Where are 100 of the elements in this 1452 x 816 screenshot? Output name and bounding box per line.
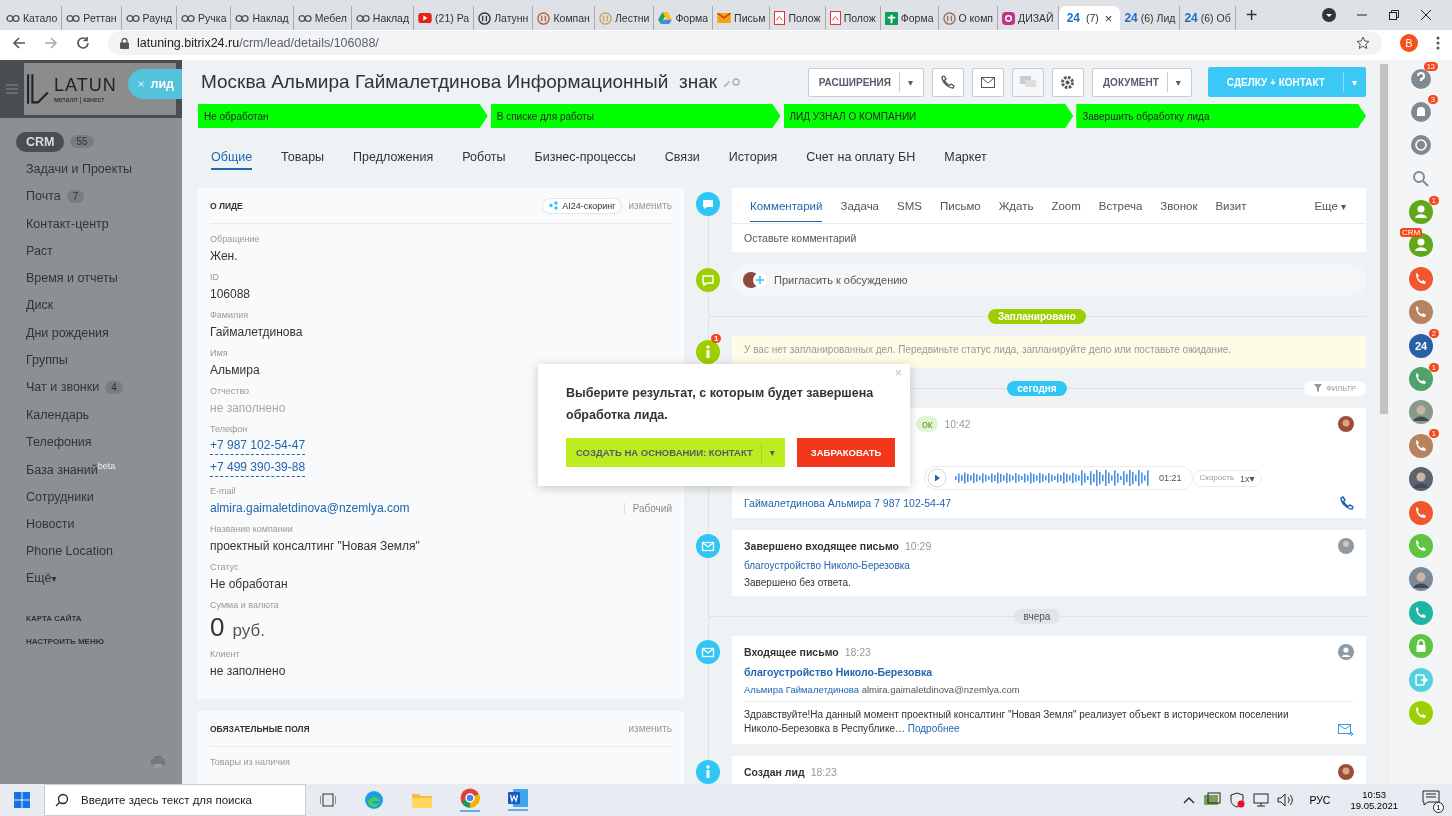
star-icon[interactable]: [1356, 36, 1370, 50]
menu-item[interactable]: Контакт-центр: [16, 209, 182, 238]
edge-icon[interactable]: [364, 790, 384, 810]
browser-tab[interactable]: Наклад: [351, 6, 415, 30]
reload-icon[interactable]: [76, 36, 90, 50]
language-indicator[interactable]: РУС: [1309, 794, 1331, 806]
help-icon[interactable]: [1410, 67, 1432, 90]
menu-item[interactable]: База знаний$^{beta}$: [16, 455, 182, 483]
browser-tab[interactable]: (21) Ра: [414, 6, 475, 30]
reply-mail-icon[interactable]: [1338, 724, 1354, 736]
play-icon[interactable]: [927, 468, 947, 488]
menu-item[interactable]: Время и отчеты: [16, 264, 182, 292]
back-icon[interactable]: [12, 36, 26, 50]
tab[interactable]: Бизнес-процессы: [534, 146, 636, 170]
browser-tab[interactable]: 24 (7) ×: [1058, 6, 1121, 30]
scrollbar[interactable]: [1378, 60, 1390, 784]
task-view-icon[interactable]: [320, 793, 336, 807]
stage-step[interactable]: Не обработан: [198, 104, 488, 128]
taskbar-search-field[interactable]: Введите здесь текст для поиска: [44, 784, 306, 816]
invite-bar[interactable]: Пригласить к обсуждению: [732, 264, 1366, 296]
user-icon[interactable]: [1409, 233, 1433, 258]
tab[interactable]: Счет на оплату БН: [806, 146, 916, 170]
clock[interactable]: 10:53 19.05.2021: [1350, 789, 1398, 811]
tray-app-icon[interactable]: [1203, 792, 1222, 808]
network-icon[interactable]: [1253, 793, 1270, 807]
word-icon[interactable]: [508, 789, 528, 811]
toolbar-button[interactable]: ДОКУМЕНТ ▾: [1092, 67, 1192, 97]
chrome-icon[interactable]: [460, 788, 480, 812]
tab[interactable]: Роботы: [462, 146, 506, 170]
subject-link[interactable]: благоустройство Николо-Березовка: [744, 560, 910, 571]
menu-item[interactable]: Календарь: [16, 400, 182, 429]
forward-icon[interactable]: [44, 36, 58, 50]
phone-icon[interactable]: [1409, 500, 1433, 525]
user-icon[interactable]: [1409, 200, 1433, 225]
stage-step[interactable]: В списке для работы: [490, 104, 781, 128]
contact-link[interactable]: Гаймалетдинова Альмира 7 987 102-54-47: [744, 497, 952, 509]
stage-step[interactable]: ЛИД УЗНАЛ О КОМПАНИИ: [783, 104, 1074, 128]
phone-icon[interactable]: [1409, 433, 1433, 458]
browser-tab[interactable]: Наклад: [231, 6, 294, 30]
close-tab-button[interactable]: ×: [1104, 10, 1113, 26]
menu-item[interactable]: Группы: [16, 346, 182, 374]
subject-link[interactable]: благоустройство Николо-Березовка: [744, 666, 933, 678]
windows-start-icon[interactable]: [14, 792, 30, 808]
tab[interactable]: Товары: [281, 146, 325, 170]
browser-tab[interactable]: 24 (6) Лид: [1120, 6, 1181, 30]
activity-tab[interactable]: Визит: [1215, 189, 1247, 222]
phone-icon[interactable]: [1409, 367, 1433, 391]
phone-icon[interactable]: [1409, 533, 1433, 558]
activity-tab[interactable]: Zoom: [1051, 189, 1081, 222]
tab[interactable]: История: [728, 146, 778, 170]
browser-tab[interactable]: ДИЗАЙ: [998, 6, 1059, 30]
phone-icon[interactable]: [1409, 300, 1433, 325]
browser-tab[interactable]: Полож: [825, 6, 881, 30]
create-contact-button[interactable]: СОЗДАТЬ НА ОСНОВАНИИ: КОНТАКТ ▾: [566, 438, 785, 467]
sender-link[interactable]: Альмира Гаймалетдинова: [744, 684, 860, 695]
phone-link[interactable]: +7 499 390-39-88: [210, 458, 306, 477]
menu-item[interactable]: Телефония: [16, 428, 182, 456]
menu-item[interactable]: Чат и звонки 4: [16, 373, 182, 401]
menu-item[interactable]: CRM 55: [16, 128, 182, 156]
browser-tab[interactable]: О комп: [938, 6, 999, 30]
scoring-button[interactable]: AI24-скоринг: [542, 197, 623, 214]
browser-tab[interactable]: Раунд: [121, 6, 178, 30]
reject-button[interactable]: ЗАБРАКОВАТЬ: [796, 438, 896, 467]
bell-icon[interactable]: [1410, 100, 1432, 123]
menu-item[interactable]: Phone Location: [16, 537, 182, 565]
browser-tab[interactable]: Письм: [713, 6, 771, 30]
transfer-icon[interactable]: [1409, 667, 1433, 692]
phone-icon[interactable]: [1409, 700, 1433, 725]
address-field[interactable]: latuning.bitrix24.ru/crm/lead/details/106088/: [108, 31, 1382, 55]
browser-tab[interactable]: Реттан: [62, 6, 122, 30]
menu-item[interactable]: Почта 7: [16, 182, 182, 210]
toolbar-button[interactable]: РАСШИРЕНИЯ ▾: [807, 67, 924, 97]
phone-icon[interactable]: [1409, 600, 1433, 625]
avatar[interactable]: [1409, 467, 1433, 492]
browser-tab[interactable]: Латунн: [474, 6, 534, 30]
menu-item[interactable]: Дни рождения: [16, 319, 182, 347]
menu-item[interactable]: Диск: [16, 291, 182, 320]
menu-item[interactable]: Задачи и Проекты: [16, 155, 182, 183]
menu-item[interactable]: Новости: [16, 510, 182, 538]
edit-link-icon[interactable]: [723, 77, 741, 87]
mail-button[interactable]: [972, 67, 1004, 97]
avatar[interactable]: [1409, 400, 1433, 425]
activity-tab[interactable]: Комментарий: [750, 189, 823, 222]
stage-step[interactable]: Завершить обработку лида: [1076, 104, 1366, 128]
browser-tab[interactable]: Компан: [533, 6, 595, 30]
tab-search-icon[interactable]: [1322, 8, 1336, 22]
activity-tab[interactable]: Встреча: [1098, 189, 1143, 222]
bitrix-icon[interactable]: 24: [1409, 333, 1433, 358]
activity-tab[interactable]: Письмо: [939, 189, 981, 222]
more-link[interactable]: Подробнее: [907, 723, 960, 734]
browser-tab[interactable]: Катало: [2, 6, 63, 30]
tab[interactable]: Связи: [664, 146, 700, 170]
sidebar-link[interactable]: НАСТРОИТЬ МЕНЮ: [26, 637, 104, 647]
email-link[interactable]: almira.gaimaletdinova@nzemlya.com: [210, 498, 410, 518]
menu-item[interactable]: Раст: [16, 237, 182, 265]
activity-tab[interactable]: Звонок: [1160, 189, 1198, 222]
phone-icon[interactable]: [1409, 266, 1433, 291]
browser-tab[interactable]: Лестни: [594, 6, 655, 30]
gear-button[interactable]: [1052, 67, 1084, 97]
browser-tab[interactable]: 24 (6) Об: [1180, 6, 1236, 30]
